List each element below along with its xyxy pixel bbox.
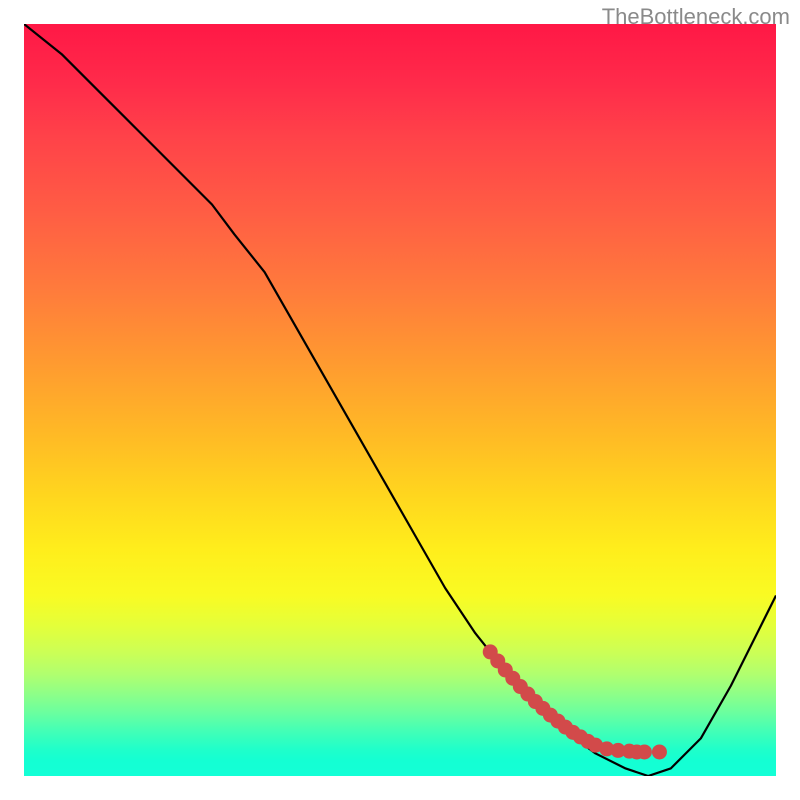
curve-series bbox=[24, 24, 776, 776]
highlight-dot bbox=[652, 744, 667, 759]
curve-path bbox=[24, 24, 776, 776]
chart-overlay-svg bbox=[24, 24, 776, 776]
highlight-dot bbox=[637, 744, 652, 759]
chart-plot-area bbox=[24, 24, 776, 776]
attribution-label: TheBottleneck.com bbox=[602, 4, 790, 30]
highlight-dots-series bbox=[483, 644, 667, 759]
